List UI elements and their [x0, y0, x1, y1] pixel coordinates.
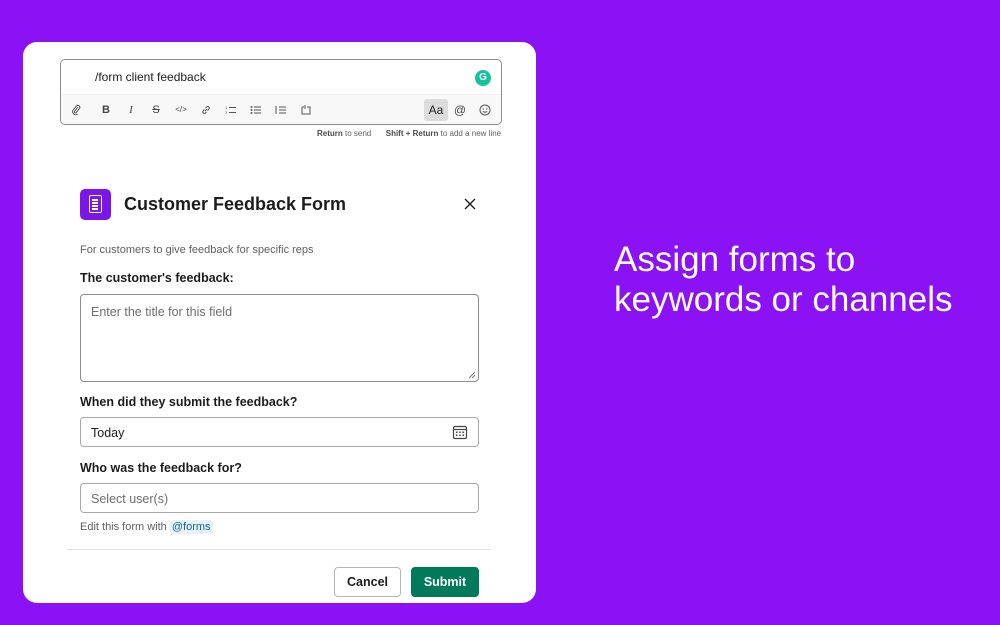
shift-return-hint-text: to add a new line	[440, 129, 502, 138]
return-key-hint: Return	[317, 129, 343, 138]
format-toggle[interactable]: Aa	[424, 99, 448, 121]
calendar-icon[interactable]	[452, 424, 468, 440]
recipient-label: Who was the feedback for?	[80, 461, 242, 475]
code-icon[interactable]: </>	[170, 99, 192, 121]
smile-icon[interactable]	[474, 99, 496, 121]
bold-icon[interactable]: B	[95, 99, 117, 121]
indent-icon[interactable]	[270, 99, 292, 121]
form-document-icon	[80, 189, 111, 220]
user-select-placeholder: Select user(s)	[91, 492, 169, 506]
user-select[interactable]: Select user(s)	[80, 483, 479, 513]
feedback-label: The customer's feedback:	[80, 271, 234, 285]
modal-title: Customer Feedback Form	[124, 194, 347, 214]
link-icon[interactable]	[195, 99, 217, 121]
forms-mention-link[interactable]: @forms	[169, 520, 213, 534]
feedback-placeholder: Enter the title for this field	[91, 305, 233, 319]
cancel-button[interactable]: Cancel	[334, 567, 401, 597]
submit-button[interactable]: Submit	[411, 567, 479, 597]
ordered-list-icon[interactable]: 12	[220, 99, 242, 121]
shift-return-key-hint: Shift + Return	[385, 129, 439, 138]
marketing-tagline: Assign forms to keywords or channels	[614, 240, 953, 319]
italic-icon[interactable]: I	[120, 99, 142, 121]
return-hint-text: to send	[345, 129, 372, 138]
send-hint: Return to send Shift + Return to add a n…	[317, 129, 501, 138]
close-icon[interactable]	[462, 196, 478, 212]
date-value: Today	[91, 426, 125, 440]
modal-description: For customers to give feedback for speci…	[80, 244, 314, 256]
grammarly-icon[interactable]: G	[475, 70, 491, 86]
svg-text:2: 2	[225, 110, 228, 115]
code-block-icon[interactable]	[295, 99, 317, 121]
slack-card: /form client feedback G B I S </> 12 Aa …	[23, 42, 536, 603]
bulleted-list-icon[interactable]	[245, 99, 267, 121]
footer-divider	[67, 549, 491, 550]
attach-icon[interactable]	[65, 99, 87, 121]
feedback-textarea[interactable]: Enter the title for this field	[80, 294, 479, 382]
strikethrough-icon[interactable]: S	[145, 99, 167, 121]
formatting-toolbar: B I S </> 12 Aa @	[61, 94, 501, 124]
message-composer[interactable]: /form client feedback G B I S </> 12 Aa …	[60, 59, 502, 125]
edit-form-note: Edit this form with @forms	[80, 520, 213, 534]
edit-note-text: Edit this form with	[80, 521, 167, 533]
submission-date-label: When did they submit the feedback?	[80, 395, 298, 409]
composer-text[interactable]: /form client feedback	[95, 70, 206, 84]
resize-handle[interactable]	[468, 371, 476, 379]
date-picker[interactable]: Today	[80, 417, 479, 447]
mention-icon[interactable]: @	[449, 99, 471, 121]
